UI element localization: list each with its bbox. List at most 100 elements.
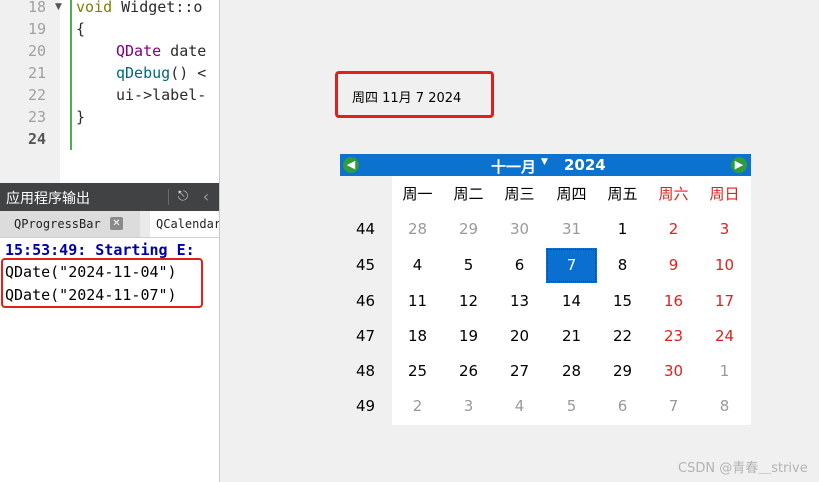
output-pane-header: 应用程序输出 ⎋ ‹ (0, 183, 219, 211)
code-editor[interactable]: 18 19 20 21 22 23 24 ▼ void Widget::o { … (0, 0, 219, 183)
calendar-day[interactable]: 8 (597, 248, 648, 283)
line-number: 20 (27, 42, 46, 60)
calendar-day-selected[interactable]: 7 (546, 248, 597, 283)
weekday-header: 周四 (556, 185, 587, 203)
calendar-day[interactable]: 20 (494, 319, 545, 354)
code-text: Widget::o (112, 0, 203, 16)
year-selector[interactable]: 2024 (564, 156, 606, 174)
calendar-day[interactable]: 29 (443, 212, 494, 247)
code-line-19: { (76, 20, 86, 38)
code-line-23: } (76, 108, 86, 126)
weekday-header: 周日 (709, 185, 740, 203)
line-number: 19 (27, 20, 46, 38)
calendar-day[interactable]: 3 (699, 212, 750, 247)
code-keyword: void (76, 0, 113, 16)
calendar-day[interactable]: 22 (597, 319, 648, 354)
calendar-day[interactable]: 6 (494, 248, 545, 283)
clear-output-icon[interactable]: ⎋ (174, 187, 192, 207)
calendar-widget[interactable]: ◀ 十一月 ▼ 2024 ▶ 周一 周二 周三 周四 周五 周六 周日 44 28 29 30 31 1… (340, 154, 751, 425)
calendar-day[interactable]: 5 (443, 248, 494, 283)
calendar-day[interactable]: 21 (546, 319, 597, 354)
output-log[interactable]: 15:53:49: Starting E: QDate("2024-11-04"… (0, 238, 219, 482)
calendar-day[interactable]: 30 (648, 354, 699, 389)
code-line-22: ui->label- (116, 86, 207, 104)
calendar-day[interactable]: 12 (443, 284, 494, 319)
week-number: 44 (355, 220, 376, 238)
calendar-day[interactable]: 8 (699, 389, 750, 424)
calendar-day[interactable]: 2 (648, 212, 699, 247)
calendar-day[interactable]: 4 (392, 248, 443, 283)
tab-label: QProgressBar (14, 217, 101, 231)
calendar-day[interactable]: 2 (392, 389, 443, 424)
code-line-21: qDebug() < (116, 62, 206, 84)
code-line-20: QDate date (116, 40, 206, 62)
calendar-day[interactable]: 1 (699, 354, 750, 389)
output-tab-bar: QProgressBar ✕ QCalendar (0, 211, 219, 238)
line-number-gutter: 18 19 20 21 22 23 24 (0, 0, 60, 183)
calendar-day[interactable]: 5 (546, 389, 597, 424)
tab-label: QCalendar (156, 217, 219, 231)
tab-qcalendar[interactable]: QCalendar (150, 211, 219, 237)
weekday-header: 周二 (453, 185, 484, 203)
pane-splitter[interactable] (219, 0, 220, 482)
week-number: 49 (355, 397, 376, 415)
calendar-day[interactable]: 25 (392, 354, 443, 389)
next-month-arrow-icon[interactable]: ▶ (731, 157, 747, 173)
line-number: 22 (27, 86, 46, 104)
code-function: qDebug (116, 64, 171, 82)
weekday-header: 周六 (658, 185, 689, 203)
calendar-day[interactable]: 19 (443, 319, 494, 354)
calendar-navigation-bar: ◀ 十一月 ▼ 2024 ▶ (340, 154, 751, 176)
calendar-day[interactable]: 6 (597, 389, 648, 424)
weekday-header: 周一 (402, 185, 433, 203)
calendar-day[interactable]: 31 (546, 212, 597, 247)
weekday-header: 周三 (504, 185, 535, 203)
output-pane-title: 应用程序输出 (6, 191, 90, 207)
line-number-current: 24 (27, 130, 46, 148)
date-label-highlight: 周四 11月 7 2024 (335, 71, 494, 118)
code-line-18: void Widget::o (76, 0, 202, 18)
week-number: 45 (355, 256, 376, 274)
calendar-day[interactable]: 3 (443, 389, 494, 424)
week-number: 47 (355, 327, 376, 345)
calendar-day[interactable]: 7 (648, 389, 699, 424)
close-icon[interactable]: ✕ (110, 217, 123, 230)
calendar-day[interactable]: 17 (699, 284, 750, 319)
code-text: () < (170, 64, 207, 82)
calendar-day[interactable]: 28 (392, 212, 443, 247)
calendar-day[interactable]: 24 (699, 319, 750, 354)
calendar-day[interactable]: 1 (597, 212, 648, 247)
week-number: 46 (355, 292, 376, 310)
selected-date-label: 周四 11月 7 2024 (352, 91, 462, 106)
weekday-header: 周五 (607, 185, 638, 203)
calendar-day[interactable]: 4 (494, 389, 545, 424)
prev-month-arrow-icon[interactable]: ◀ (343, 157, 359, 173)
calendar-day[interactable]: 30 (494, 212, 545, 247)
highlight-box (1, 258, 203, 308)
line-number: 18 (27, 0, 46, 16)
calendar-day[interactable]: 11 (392, 284, 443, 319)
calendar-day[interactable]: 9 (648, 248, 699, 283)
watermark: CSDN @青春＿strive (678, 461, 808, 476)
divider (168, 189, 169, 205)
calendar-day[interactable]: 15 (597, 284, 648, 319)
calendar-day[interactable]: 23 (648, 319, 699, 354)
fold-toggle-icon[interactable]: ▼ (55, 2, 62, 12)
calendar-day[interactable]: 27 (494, 354, 545, 389)
calendar-day[interactable]: 18 (392, 319, 443, 354)
week-number: 48 (355, 362, 376, 380)
line-number: 21 (27, 64, 46, 82)
code-text: date (161, 42, 207, 60)
chevron-left-icon[interactable]: ‹ (197, 187, 215, 207)
calendar-day[interactable]: 14 (546, 284, 597, 319)
month-selector[interactable]: 十一月 (491, 156, 536, 177)
code-type: QDate (116, 42, 162, 60)
calendar-day[interactable]: 13 (494, 284, 545, 319)
calendar-day[interactable]: 26 (443, 354, 494, 389)
calendar-day[interactable]: 10 (699, 248, 750, 283)
calendar-day[interactable]: 29 (597, 354, 648, 389)
chevron-down-icon[interactable]: ▼ (541, 157, 548, 167)
calendar-day[interactable]: 28 (546, 354, 597, 389)
calendar-day[interactable]: 16 (648, 284, 699, 319)
line-number: 23 (27, 108, 46, 126)
